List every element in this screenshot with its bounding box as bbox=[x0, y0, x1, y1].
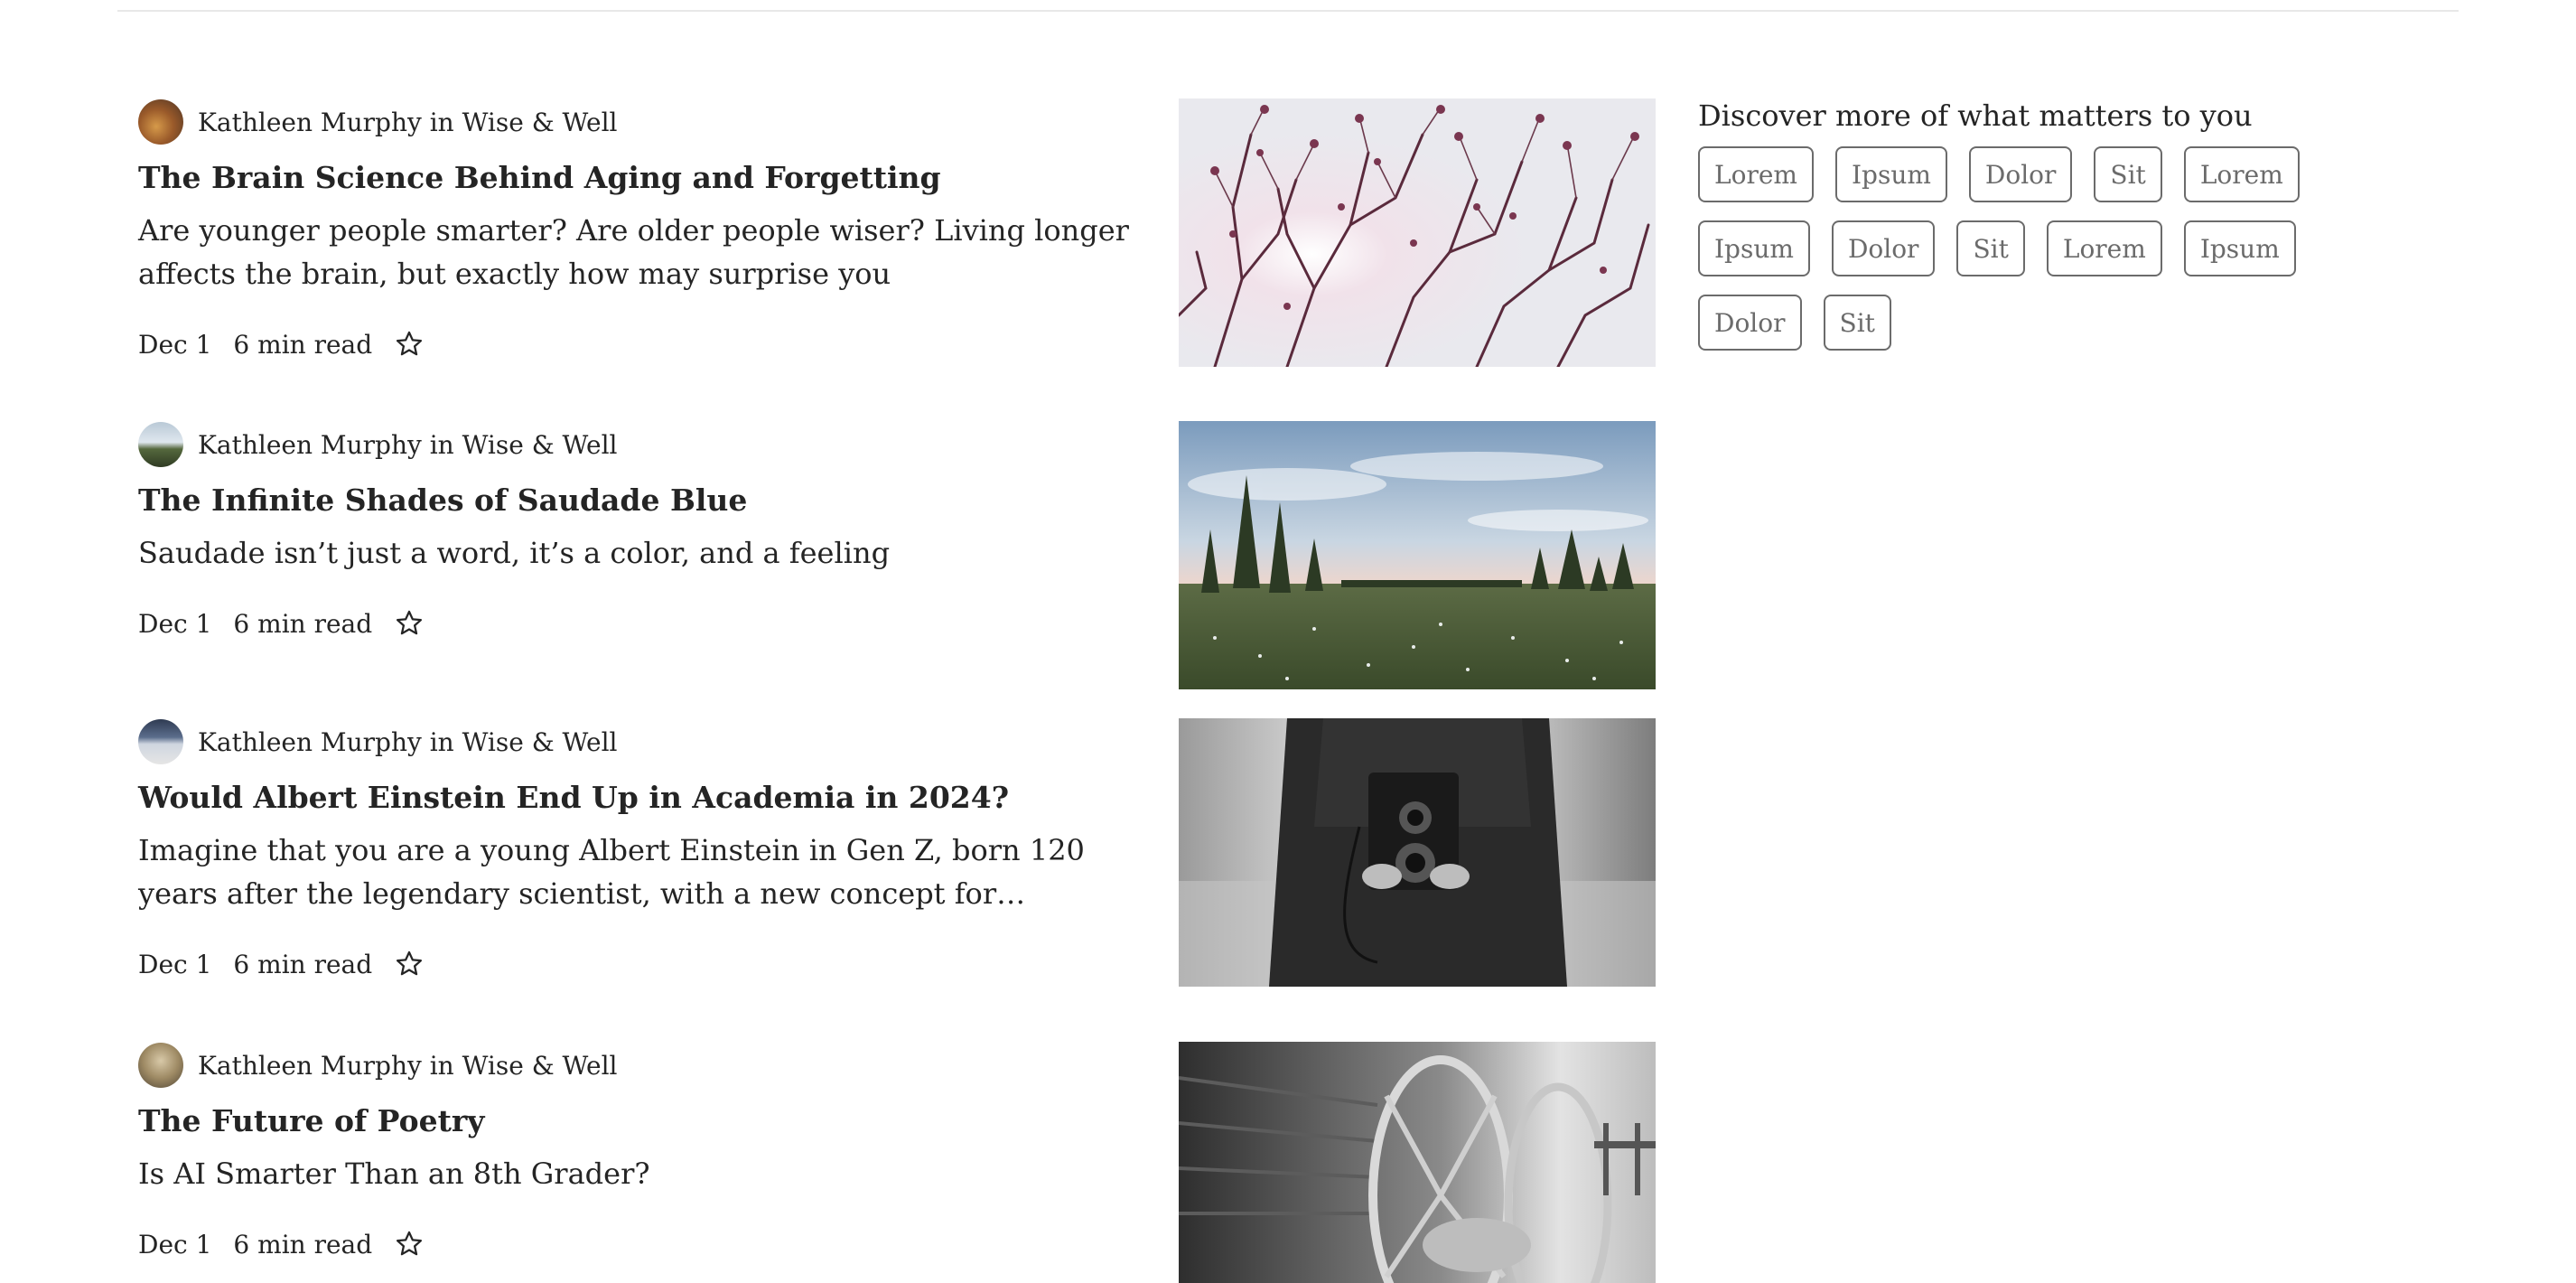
author-avatar[interactable] bbox=[138, 719, 183, 764]
article-byline[interactable]: Kathleen Murphy in Wise & Well bbox=[138, 718, 618, 765]
author-name[interactable]: Kathleen Murphy bbox=[198, 1051, 422, 1081]
topic-chip[interactable]: Ipsum bbox=[1834, 146, 1947, 202]
sidebar-heading: Discover more of what matters to you bbox=[1698, 98, 2253, 133]
topic-chip[interactable]: Lorem bbox=[1698, 146, 1814, 202]
author-name[interactable]: Kathleen Murphy bbox=[198, 727, 422, 757]
publication-name[interactable]: Wise & Well bbox=[462, 430, 618, 460]
article-thumbnail[interactable] bbox=[1179, 421, 1656, 689]
article-byline[interactable]: Kathleen Murphy in Wise & Well bbox=[138, 98, 618, 145]
topic-chip[interactable]: Lorem bbox=[2046, 220, 2162, 276]
article-thumbnail[interactable] bbox=[1179, 98, 1656, 367]
article-subtitle[interactable]: Is AI Smarter Than an 8th Grader? bbox=[138, 1152, 1159, 1195]
byline-connector: in bbox=[429, 1050, 454, 1081]
byline-text[interactable]: Kathleen Murphy in Wise & Well bbox=[198, 727, 618, 757]
star-icon[interactable] bbox=[394, 1229, 425, 1260]
byline-connector: in bbox=[429, 726, 454, 757]
article-thumbnail[interactable] bbox=[1179, 1042, 1656, 1283]
article-read-time: 6 min read bbox=[233, 949, 373, 979]
topic-chips: Lorem Ipsum Dolor Sit Lorem Ipsum Dolor … bbox=[1698, 146, 2421, 369]
article-title[interactable]: The Brain Science Behind Aging and Forge… bbox=[138, 160, 941, 195]
byline-text[interactable]: Kathleen Murphy in Wise & Well bbox=[198, 108, 618, 137]
topic-chip[interactable]: Ipsum bbox=[2183, 220, 2296, 276]
article-date: Dec 1 bbox=[138, 949, 212, 979]
author-name[interactable]: Kathleen Murphy bbox=[198, 430, 422, 460]
star-icon[interactable] bbox=[394, 608, 425, 639]
article-date: Dec 1 bbox=[138, 1229, 212, 1260]
article-read-time: 6 min read bbox=[233, 1229, 373, 1260]
article-read-time: 6 min read bbox=[233, 608, 373, 639]
byline-text[interactable]: Kathleen Murphy in Wise & Well bbox=[198, 430, 618, 460]
topic-chip[interactable]: Sit bbox=[2094, 146, 2162, 202]
article-title[interactable]: Would Albert Einstein End Up in Academia… bbox=[138, 780, 1009, 815]
topics-sidebar: Discover more of what matters to you Lor… bbox=[1698, 94, 2439, 369]
publication-name[interactable]: Wise & Well bbox=[462, 108, 618, 137]
topic-chip[interactable]: Dolor bbox=[1968, 146, 2073, 202]
article-title[interactable]: The Future of Poetry bbox=[138, 1103, 484, 1138]
article-meta: Dec 1 6 min read bbox=[138, 946, 425, 982]
star-icon[interactable] bbox=[394, 949, 425, 979]
topic-chip[interactable]: Sit bbox=[1956, 220, 2025, 276]
publication-name[interactable]: Wise & Well bbox=[462, 1051, 618, 1081]
publication-name[interactable]: Wise & Well bbox=[462, 727, 618, 757]
article-thumbnail[interactable] bbox=[1179, 718, 1656, 987]
topic-chip[interactable]: Dolor bbox=[1698, 295, 1802, 351]
article-date: Dec 1 bbox=[138, 608, 212, 639]
author-avatar[interactable] bbox=[138, 422, 183, 467]
topic-chip[interactable]: Ipsum bbox=[1698, 220, 1810, 276]
article-byline[interactable]: Kathleen Murphy in Wise & Well bbox=[138, 421, 618, 468]
article-byline[interactable]: Kathleen Murphy in Wise & Well bbox=[138, 1042, 618, 1089]
author-name[interactable]: Kathleen Murphy bbox=[198, 108, 422, 137]
article-date: Dec 1 bbox=[138, 329, 212, 360]
article-subtitle[interactable]: Imagine that you are a young Albert Eins… bbox=[138, 829, 1159, 915]
byline-connector: in bbox=[429, 107, 454, 137]
article-subtitle[interactable]: Saudade isn’t just a word, it’s a color,… bbox=[138, 531, 1159, 575]
author-avatar[interactable] bbox=[138, 99, 183, 145]
byline-connector: in bbox=[429, 429, 454, 460]
article-meta: Dec 1 6 min read bbox=[138, 1226, 425, 1262]
article-meta: Dec 1 6 min read bbox=[138, 326, 425, 362]
article-meta: Dec 1 6 min read bbox=[138, 605, 425, 642]
article-read-time: 6 min read bbox=[233, 329, 373, 360]
article-title[interactable]: The Infinite Shades of Saudade Blue bbox=[138, 482, 747, 518]
top-divider bbox=[117, 10, 2459, 12]
author-avatar[interactable] bbox=[138, 1043, 183, 1088]
article-subtitle[interactable]: Are younger people smarter? Are older pe… bbox=[138, 209, 1159, 295]
byline-text[interactable]: Kathleen Murphy in Wise & Well bbox=[198, 1051, 618, 1081]
star-icon[interactable] bbox=[394, 329, 425, 360]
topic-chip[interactable]: Sit bbox=[1823, 295, 1891, 351]
topic-chip[interactable]: Dolor bbox=[1831, 220, 1936, 276]
topic-chip[interactable]: Lorem bbox=[2183, 146, 2300, 202]
